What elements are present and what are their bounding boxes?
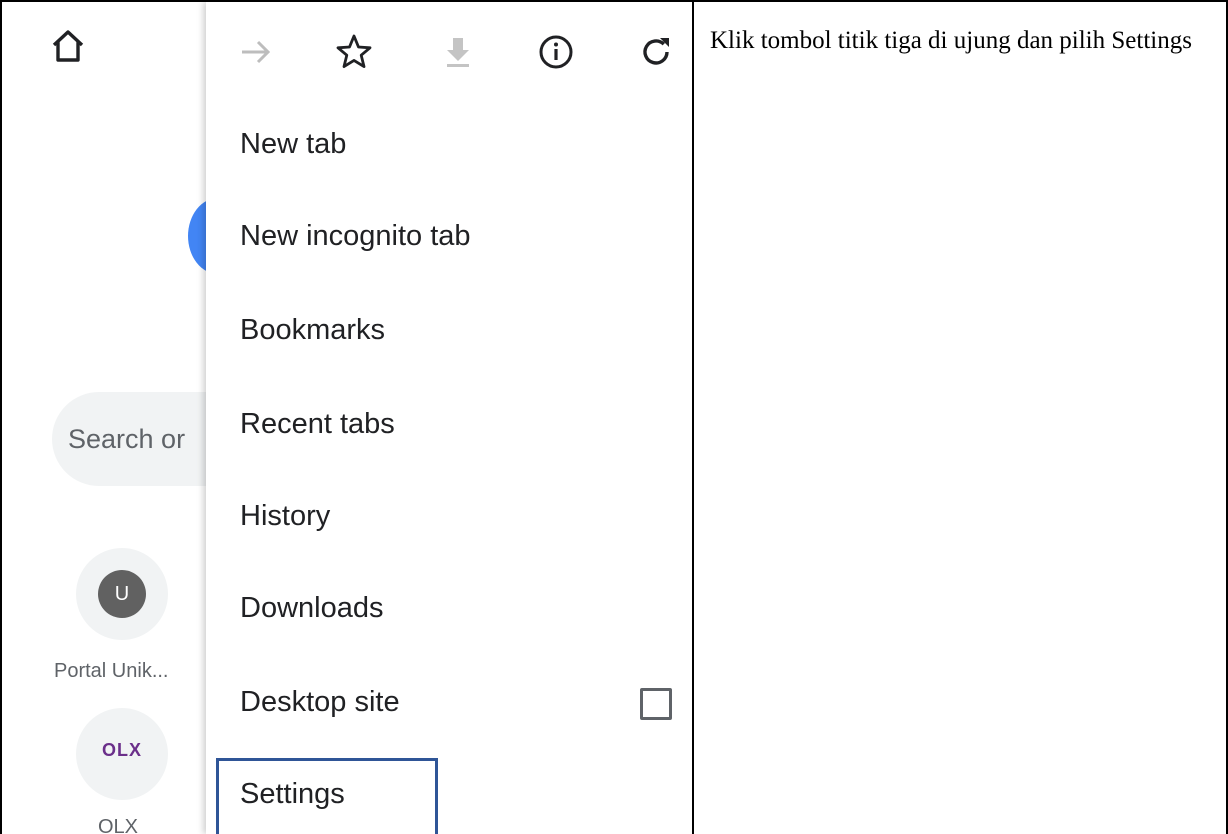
- menu-item-desktop-site[interactable]: Desktop site: [240, 686, 400, 719]
- menu-item-bookmarks[interactable]: Bookmarks: [240, 314, 385, 347]
- reload-icon[interactable]: [636, 32, 676, 72]
- document-table: Search or U Portal Unik... OLX OLX New t…: [0, 0, 1228, 834]
- menu-item-downloads[interactable]: Downloads: [240, 592, 383, 625]
- chrome-screenshot: Search or U Portal Unik... OLX OLX New t…: [2, 2, 692, 834]
- forward-arrow-icon[interactable]: [236, 32, 276, 72]
- search-placeholder: Search or: [68, 424, 186, 454]
- home-icon[interactable]: [50, 28, 86, 64]
- shortcut-tile-portal[interactable]: U: [76, 548, 168, 640]
- menu-item-history[interactable]: History: [240, 500, 330, 533]
- menu-item-new-incognito-tab[interactable]: New incognito tab: [240, 220, 471, 253]
- download-icon[interactable]: [438, 32, 478, 72]
- menu-item-recent-tabs[interactable]: Recent tabs: [240, 408, 395, 441]
- desktop-site-checkbox[interactable]: [640, 688, 672, 720]
- chrome-overflow-menu: New tab New incognito tab Bookmarks Rece…: [206, 2, 692, 834]
- instruction-text: Klik tombol titik tiga di ujung dan pili…: [710, 27, 1192, 54]
- star-icon[interactable]: [334, 32, 374, 72]
- avatar: U: [98, 570, 146, 618]
- table-border-middle: [692, 0, 694, 834]
- shortcut-tile-olx[interactable]: OLX: [76, 708, 168, 800]
- shortcut-label: OLX: [98, 816, 139, 834]
- olx-logo: OLX: [101, 740, 142, 760]
- menu-item-new-tab[interactable]: New tab: [240, 128, 346, 161]
- shortcut-label: Portal Unik...: [54, 660, 169, 682]
- info-icon[interactable]: [536, 32, 576, 72]
- menu-item-settings[interactable]: Settings: [240, 778, 345, 811]
